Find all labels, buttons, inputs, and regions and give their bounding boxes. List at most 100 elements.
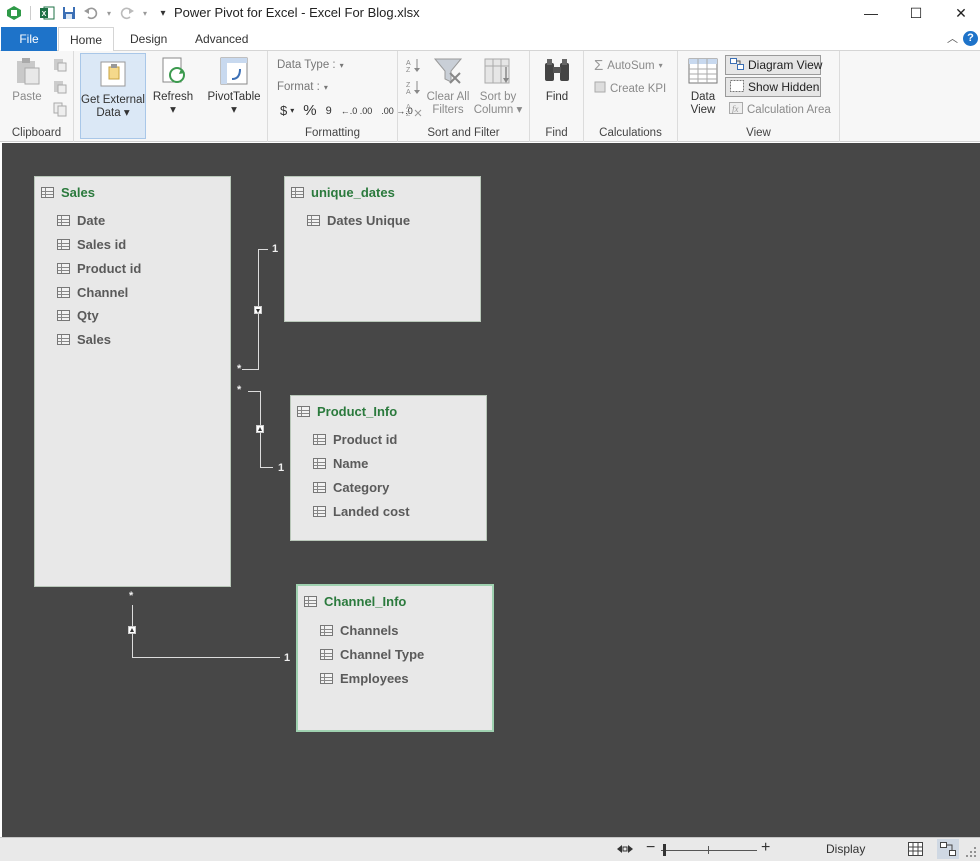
zoom-in-button[interactable]: + (761, 839, 770, 857)
paste-button[interactable]: Paste (8, 55, 46, 104)
chevron-down-icon[interactable]: ▾ (290, 106, 294, 115)
tab-home[interactable]: Home (58, 27, 114, 52)
column-icon (320, 673, 333, 684)
sort-desc-icon[interactable]: ZA (406, 79, 422, 98)
get-external-data-button[interactable]: Get External Data ▾ (80, 53, 146, 139)
data-type-dropdown[interactable]: Data Type : ▾ (277, 59, 344, 71)
find-button[interactable]: Find (538, 55, 576, 104)
create-kpi-button[interactable]: Create KPI (594, 81, 666, 96)
help-icon[interactable]: ? (963, 31, 978, 46)
pivottable-button[interactable]: PivotTable ▾ (206, 55, 262, 117)
fit-to-screen-icon[interactable] (617, 842, 633, 859)
table-sales[interactable]: Sales Date Sales id Product id Channel Q… (34, 176, 231, 587)
undo-icon[interactable] (83, 5, 99, 21)
field-item[interactable]: Dates Unique (307, 213, 410, 228)
diagram-canvas[interactable]: Sales Date Sales id Product id Channel Q… (2, 143, 980, 837)
excel-icon[interactable]: X (39, 5, 55, 21)
powerpivot-icon[interactable] (6, 5, 22, 21)
refresh-button[interactable]: Refresh ▾ (150, 55, 196, 117)
minimize-button[interactable]: — (848, 0, 894, 26)
ribbon: Paste Clipboard Get External Data ▾ Refr… (0, 51, 980, 142)
field-item[interactable]: Sales id (57, 237, 126, 252)
currency-button[interactable]: $ (280, 103, 287, 118)
copy-icon[interactable] (52, 101, 68, 120)
calculation-area-button[interactable]: fx Calculation Area (729, 102, 831, 117)
column-icon (57, 310, 70, 321)
relationship-direction-icon (128, 626, 136, 634)
table-title[interactable]: Sales (41, 185, 95, 200)
field-item[interactable]: Channel Type (320, 647, 424, 662)
field-item[interactable]: Name (313, 456, 368, 471)
field-name: Qty (77, 308, 99, 323)
table-icon (41, 187, 54, 198)
pivottable-dropdown: ▾ (231, 104, 237, 116)
sort-asc-icon[interactable]: AZ (406, 57, 422, 76)
customize-icon[interactable]: ▾ (155, 5, 171, 21)
group-label-sort-filter: Sort and Filter (427, 127, 500, 139)
sort-by-column-button[interactable]: Sort by Column ▾ (472, 55, 524, 117)
autosum-button[interactable]: Σ AutoSum ▾ (594, 57, 663, 74)
table-name: Product_Info (317, 404, 398, 419)
table-title[interactable]: unique_dates (291, 185, 395, 200)
collapse-ribbon-icon[interactable]: ︿ (947, 30, 958, 46)
relationship-line[interactable] (242, 369, 259, 370)
maximize-button[interactable]: ☐ (893, 0, 939, 26)
tab-design[interactable]: Design (118, 27, 179, 51)
table-channel-info[interactable]: Channel_Info Channels Channel Type Emplo… (296, 584, 494, 732)
resize-grip-icon[interactable] (965, 846, 977, 861)
relationship-line[interactable] (132, 657, 280, 658)
relationship-line[interactable] (260, 467, 273, 468)
field-item[interactable]: Landed cost (313, 504, 410, 519)
column-icon (313, 458, 326, 469)
tab-file[interactable]: File (1, 27, 57, 51)
group-clipboard: Paste Clipboard (0, 51, 74, 142)
redo-icon[interactable] (119, 5, 135, 21)
table-unique-dates[interactable]: unique_dates Dates Unique (284, 176, 481, 322)
data-view-button[interactable]: Data View (684, 55, 722, 117)
field-item[interactable]: Date (57, 213, 105, 228)
relationship-line[interactable] (258, 249, 268, 250)
sort-by-column-line1: Sort by (479, 91, 517, 103)
save-icon[interactable] (61, 5, 77, 21)
paste-replace-icon[interactable] (52, 79, 68, 98)
clear-sort-icon[interactable]: AZ (406, 101, 422, 120)
column-icon (313, 482, 326, 493)
column-icon (313, 506, 326, 517)
column-icon (57, 287, 70, 298)
show-hidden-button[interactable]: Show Hidden (725, 77, 821, 97)
binoculars-icon (545, 59, 569, 81)
diagram-view-button[interactable]: Diagram View (725, 55, 822, 75)
group-label-view: View (746, 127, 771, 139)
undo-dropdown-icon[interactable]: ▾ (105, 5, 113, 21)
paste-append-icon[interactable] (52, 57, 68, 76)
close-button[interactable]: ✕ (938, 0, 980, 26)
relationship-line[interactable] (248, 391, 260, 392)
field-item[interactable]: Category (313, 480, 389, 495)
zoom-slider[interactable] (661, 842, 757, 858)
field-item[interactable]: Sales (57, 332, 111, 347)
diagram-view-icon (730, 57, 744, 73)
increase-decimal-button[interactable]: ←.0 .00 (341, 106, 373, 116)
diagram-view-status-icon[interactable] (937, 839, 959, 859)
field-item[interactable]: Qty (57, 308, 99, 323)
grid-view-icon[interactable] (908, 842, 923, 859)
group-label-formatting: Formatting (305, 127, 360, 139)
field-item[interactable]: Channel (57, 285, 128, 300)
field-item[interactable]: Product id (57, 261, 141, 276)
zoom-slider-thumb[interactable] (663, 844, 666, 856)
redo-dropdown-icon[interactable]: ▾ (141, 5, 149, 21)
column-icon (320, 649, 333, 660)
tab-advanced[interactable]: Advanced (183, 27, 260, 51)
comma-button[interactable]: 9 (326, 105, 332, 117)
format-dropdown[interactable]: Format : ▾ (277, 81, 328, 93)
table-title[interactable]: Product_Info (297, 404, 397, 419)
zoom-slider-tick (708, 846, 709, 854)
table-product-info[interactable]: Product_Info Product id Name Category La… (290, 395, 487, 541)
field-item[interactable]: Product id (313, 432, 397, 447)
field-item[interactable]: Channels (320, 623, 399, 638)
zoom-out-button[interactable]: − (646, 839, 655, 857)
field-item[interactable]: Employees (320, 671, 409, 686)
clear-all-filters-button[interactable]: Clear All Filters (424, 55, 472, 117)
percent-button[interactable]: % (303, 102, 316, 119)
table-title[interactable]: Channel_Info (304, 594, 406, 609)
